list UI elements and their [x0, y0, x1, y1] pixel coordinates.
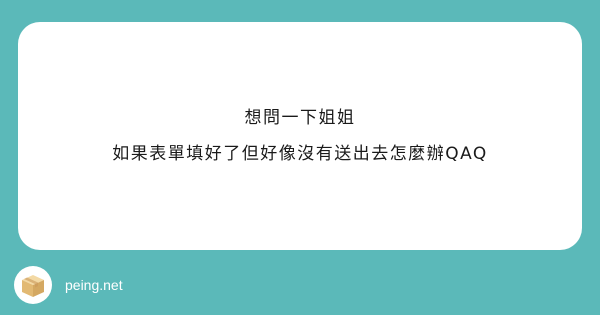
- site-name[interactable]: peing.net: [65, 277, 123, 293]
- cardboard-box-icon: [14, 266, 52, 304]
- footer-branding: peing.net: [14, 266, 123, 304]
- question-text-line-2: 如果表單填好了但好像沒有送出去怎麼辦QAQ: [112, 144, 488, 164]
- question-card: 想問一下姐姐 如果表單填好了但好像沒有送出去怎麼辦QAQ: [18, 22, 582, 250]
- question-text-line-1: 想問一下姐姐: [244, 108, 356, 128]
